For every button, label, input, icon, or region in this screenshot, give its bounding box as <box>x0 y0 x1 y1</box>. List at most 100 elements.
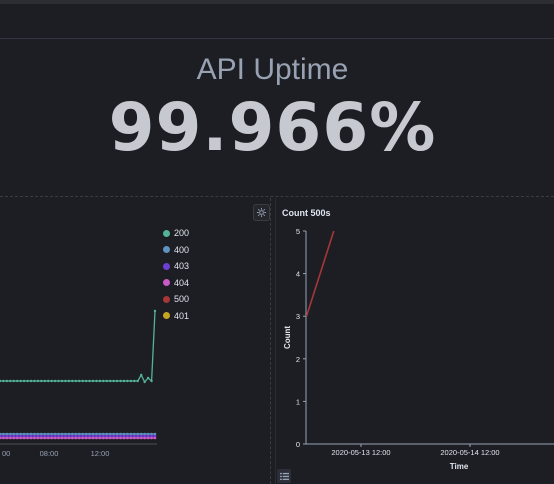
series-line-200 <box>0 310 156 384</box>
data-point <box>95 436 98 440</box>
data-point <box>129 436 133 440</box>
data-point <box>78 379 81 383</box>
chart-settings-button[interactable] <box>253 204 270 221</box>
dashboard-header-strip <box>0 4 554 39</box>
x-axis-label: Time <box>450 462 469 471</box>
count-500s-chart: 0 1 2 3 4 5 2020-05-13 12:00 2020-05-14 12:00 Co… <box>283 227 554 471</box>
x-tick-label: 2020-05-14 12:00 <box>440 448 499 457</box>
data-point <box>16 379 19 383</box>
legend-swatch <box>163 279 170 286</box>
legend-swatch <box>163 295 170 303</box>
data-point <box>91 379 95 383</box>
data-point <box>146 436 150 440</box>
status-code-chart-panel: 00 08:00 12:00 <box>0 198 271 484</box>
data-point <box>74 436 78 440</box>
data-point <box>22 379 26 383</box>
data-point <box>19 379 22 383</box>
data-point <box>33 379 36 383</box>
legend-label: 403 <box>174 261 190 271</box>
data-point <box>81 436 84 440</box>
data-point <box>43 436 47 440</box>
x-tick-label: 12:00 <box>91 449 110 458</box>
data-point <box>143 380 146 384</box>
data-point <box>36 436 40 440</box>
data-point <box>57 436 60 440</box>
data-point <box>122 379 126 383</box>
legend-item-200[interactable]: 200 <box>163 228 189 238</box>
data-point <box>43 379 46 383</box>
data-point <box>84 436 88 440</box>
data-point <box>5 379 9 383</box>
legend-item-401[interactable]: 401 <box>163 311 189 321</box>
data-point <box>26 436 29 440</box>
metric-title: API Uptime <box>196 53 349 86</box>
legend-item-500[interactable]: 500 <box>163 294 189 304</box>
data-point <box>67 436 71 440</box>
data-point <box>115 379 119 383</box>
data-point <box>9 379 12 383</box>
legend-swatch <box>163 246 170 253</box>
data-point <box>143 436 146 440</box>
data-point <box>102 436 105 440</box>
data-point <box>119 436 122 440</box>
data-point <box>81 379 84 383</box>
legend-item-403[interactable]: 403 <box>163 261 189 271</box>
data-point <box>9 436 12 440</box>
legend-swatch <box>163 312 170 319</box>
data-point <box>29 379 33 383</box>
data-point <box>98 436 102 440</box>
data-point <box>71 436 74 440</box>
data-point <box>33 436 36 440</box>
data-point <box>84 379 88 383</box>
data-point <box>88 379 91 383</box>
data-point <box>50 436 53 440</box>
legend-item-400[interactable]: 400 <box>163 245 189 255</box>
data-point <box>95 379 98 383</box>
data-point <box>64 379 67 383</box>
status-code-chart: 00 08:00 12:00 <box>0 309 157 458</box>
legend-label: 404 <box>174 277 190 288</box>
data-point <box>74 379 77 383</box>
data-point <box>26 379 29 383</box>
data-point <box>133 436 136 440</box>
legend-toggle-button[interactable] <box>277 469 291 483</box>
data-point <box>109 379 112 383</box>
legend-item-404[interactable]: 404 <box>163 278 189 288</box>
data-point <box>108 436 112 440</box>
data-point <box>47 379 50 383</box>
data-point <box>126 379 129 383</box>
data-point <box>153 309 157 313</box>
data-point <box>19 436 22 440</box>
legend-label: 401 <box>174 310 190 321</box>
legend-label: 400 <box>174 244 190 255</box>
y-tick-label: 3 <box>296 312 300 321</box>
data-point <box>53 436 57 440</box>
x-tick-label: 00 <box>2 449 10 458</box>
data-point <box>2 379 5 383</box>
data-point <box>36 379 40 383</box>
data-point <box>57 379 60 383</box>
data-point <box>119 379 122 383</box>
data-point <box>91 436 95 440</box>
y-axis-label: Count <box>283 326 292 349</box>
data-point <box>29 436 33 440</box>
data-point <box>12 436 16 440</box>
data-point <box>150 379 153 383</box>
data-point <box>146 376 150 380</box>
data-point <box>5 436 9 440</box>
data-point <box>15 436 19 440</box>
data-point <box>40 436 43 440</box>
data-point <box>98 379 102 383</box>
y-tick-label: 1 <box>296 397 300 406</box>
data-point <box>40 379 43 383</box>
data-point <box>105 379 108 383</box>
legend-swatch <box>163 229 170 237</box>
gear-icon <box>256 207 267 218</box>
legend-label: 200 <box>174 228 190 238</box>
data-point <box>115 436 119 440</box>
data-point <box>112 379 115 383</box>
data-point <box>150 436 153 440</box>
data-point <box>67 379 71 383</box>
data-point <box>77 436 81 440</box>
metric-value: 99.966% <box>108 89 437 166</box>
